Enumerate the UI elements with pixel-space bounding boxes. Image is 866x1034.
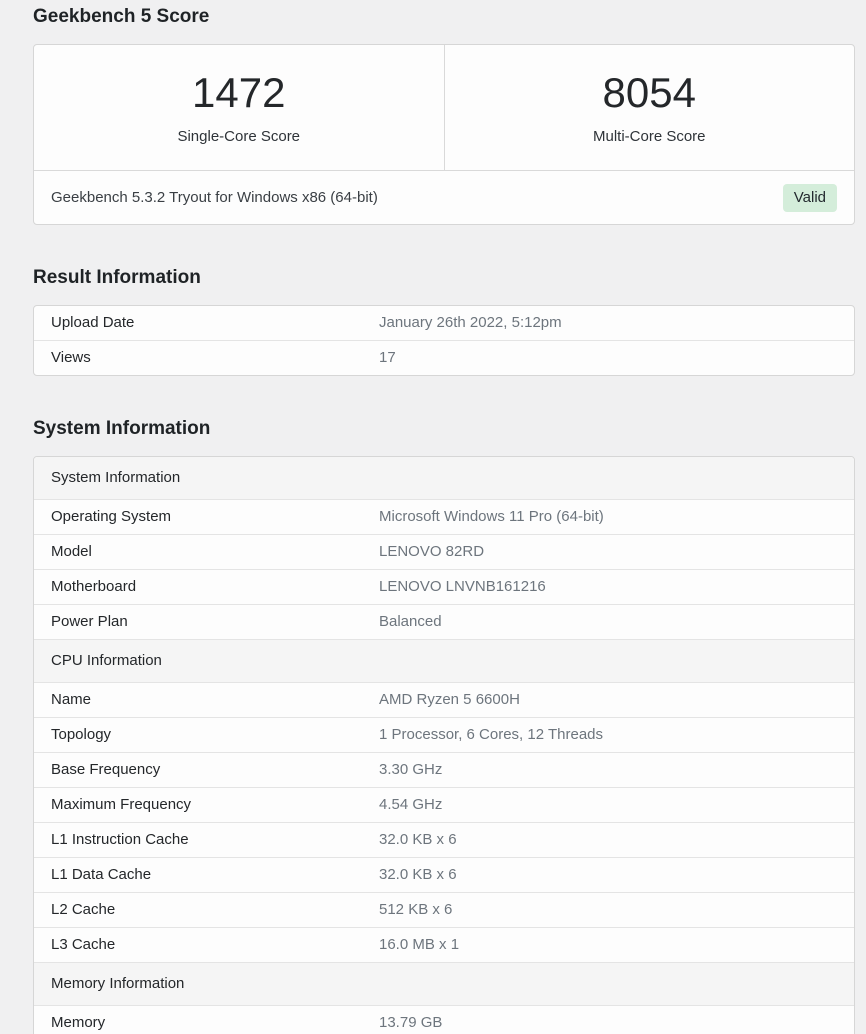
table-row: Operating System Microsoft Windows 11 Pr… — [34, 499, 854, 534]
row-value: 16.0 MB x 1 — [379, 936, 460, 953]
table-row: Memory 13.79 GB — [34, 1005, 854, 1034]
row-label: Topology — [51, 726, 112, 743]
score-row: 1472 Single-Core Score 8054 Multi-Core S… — [34, 45, 854, 170]
table-group-header: Memory Information — [34, 962, 854, 1005]
row-label: L1 Data Cache — [51, 866, 152, 883]
multi-core-score-value: 8054 — [602, 68, 696, 116]
multi-core-score-label: Multi-Core Score — [592, 127, 706, 145]
table-row: Power Plan Balanced — [34, 604, 854, 639]
table-row: Motherboard LENOVO LNVNB161216 — [34, 569, 854, 604]
row-value: 32.0 KB x 6 — [379, 831, 457, 848]
row-value: LENOVO 82RD — [379, 543, 485, 560]
benchmark-version-text: Geekbench 5.3.2 Tryout for Windows x86 (… — [51, 189, 378, 206]
row-label: Upload Date — [51, 314, 135, 331]
table-row: L2 Cache 512 KB x 6 — [34, 892, 854, 927]
row-label: L3 Cache — [51, 936, 116, 953]
table-row: Base Frequency 3.30 GHz — [34, 752, 854, 787]
row-label: Model — [51, 543, 92, 560]
page-content: Geekbench 5 Score 1472 Single-Core Score… — [33, 0, 855, 1034]
row-label: Motherboard — [51, 578, 137, 595]
single-core-score-label: Single-Core Score — [177, 127, 301, 145]
table-group-header: System Information — [34, 457, 854, 499]
table-row: L1 Data Cache 32.0 KB x 6 — [34, 857, 854, 892]
row-value: January 26th 2022, 5:12pm — [379, 314, 562, 331]
row-value: 13.79 GB — [379, 1014, 443, 1031]
row-value: LENOVO LNVNB161216 — [379, 578, 546, 595]
table-row: Topology 1 Processor, 6 Cores, 12 Thread… — [34, 717, 854, 752]
row-value: 1 Processor, 6 Cores, 12 Threads — [379, 726, 604, 743]
row-value: 32.0 KB x 6 — [379, 866, 457, 883]
system-information-title: System Information — [33, 418, 211, 439]
row-label: Operating System — [51, 508, 172, 525]
result-information-title: Result Information — [33, 267, 201, 288]
single-core-score-cell: 1472 Single-Core Score — [34, 45, 445, 170]
score-card: 1472 Single-Core Score 8054 Multi-Core S… — [33, 44, 855, 225]
row-value: Microsoft Windows 11 Pro (64-bit) — [379, 508, 604, 525]
row-label: Name — [51, 691, 92, 708]
row-label: Views — [51, 349, 91, 366]
multi-core-score-cell: 8054 Multi-Core Score — [445, 45, 855, 170]
row-label: Maximum Frequency — [51, 796, 192, 813]
row-value: 17 — [379, 349, 396, 366]
table-group-header: CPU Information — [34, 639, 854, 682]
valid-status-badge: Valid — [782, 183, 837, 212]
page-title: Geekbench 5 Score — [33, 6, 210, 27]
table-row: Upload Date January 26th 2022, 5:12pm — [34, 306, 854, 340]
single-core-score-value: 1472 — [192, 68, 286, 116]
row-label: L2 Cache — [51, 901, 116, 918]
row-label: Power Plan — [51, 613, 128, 630]
row-label: L1 Instruction Cache — [51, 831, 189, 848]
table-row: L1 Instruction Cache 32.0 KB x 6 — [34, 822, 854, 857]
row-label: Memory — [51, 1014, 106, 1031]
row-value: AMD Ryzen 5 6600H — [379, 691, 520, 708]
row-value: 3.30 GHz — [379, 761, 443, 778]
row-value: 512 KB x 6 — [379, 901, 453, 918]
row-label: Base Frequency — [51, 761, 161, 778]
table-row: L3 Cache 16.0 MB x 1 — [34, 927, 854, 962]
table-row: Maximum Frequency 4.54 GHz — [34, 787, 854, 822]
row-value: Balanced — [379, 613, 442, 630]
row-value: 4.54 GHz — [379, 796, 443, 813]
table-row: Model LENOVO 82RD — [34, 534, 854, 569]
table-row: Views 17 — [34, 340, 854, 375]
score-card-footer: Geekbench 5.3.2 Tryout for Windows x86 (… — [34, 170, 854, 224]
system-information-table: System Information Operating System Micr… — [33, 456, 855, 1034]
table-row: Name AMD Ryzen 5 6600H — [34, 682, 854, 717]
result-information-table: Upload Date January 26th 2022, 5:12pm Vi… — [33, 305, 855, 376]
